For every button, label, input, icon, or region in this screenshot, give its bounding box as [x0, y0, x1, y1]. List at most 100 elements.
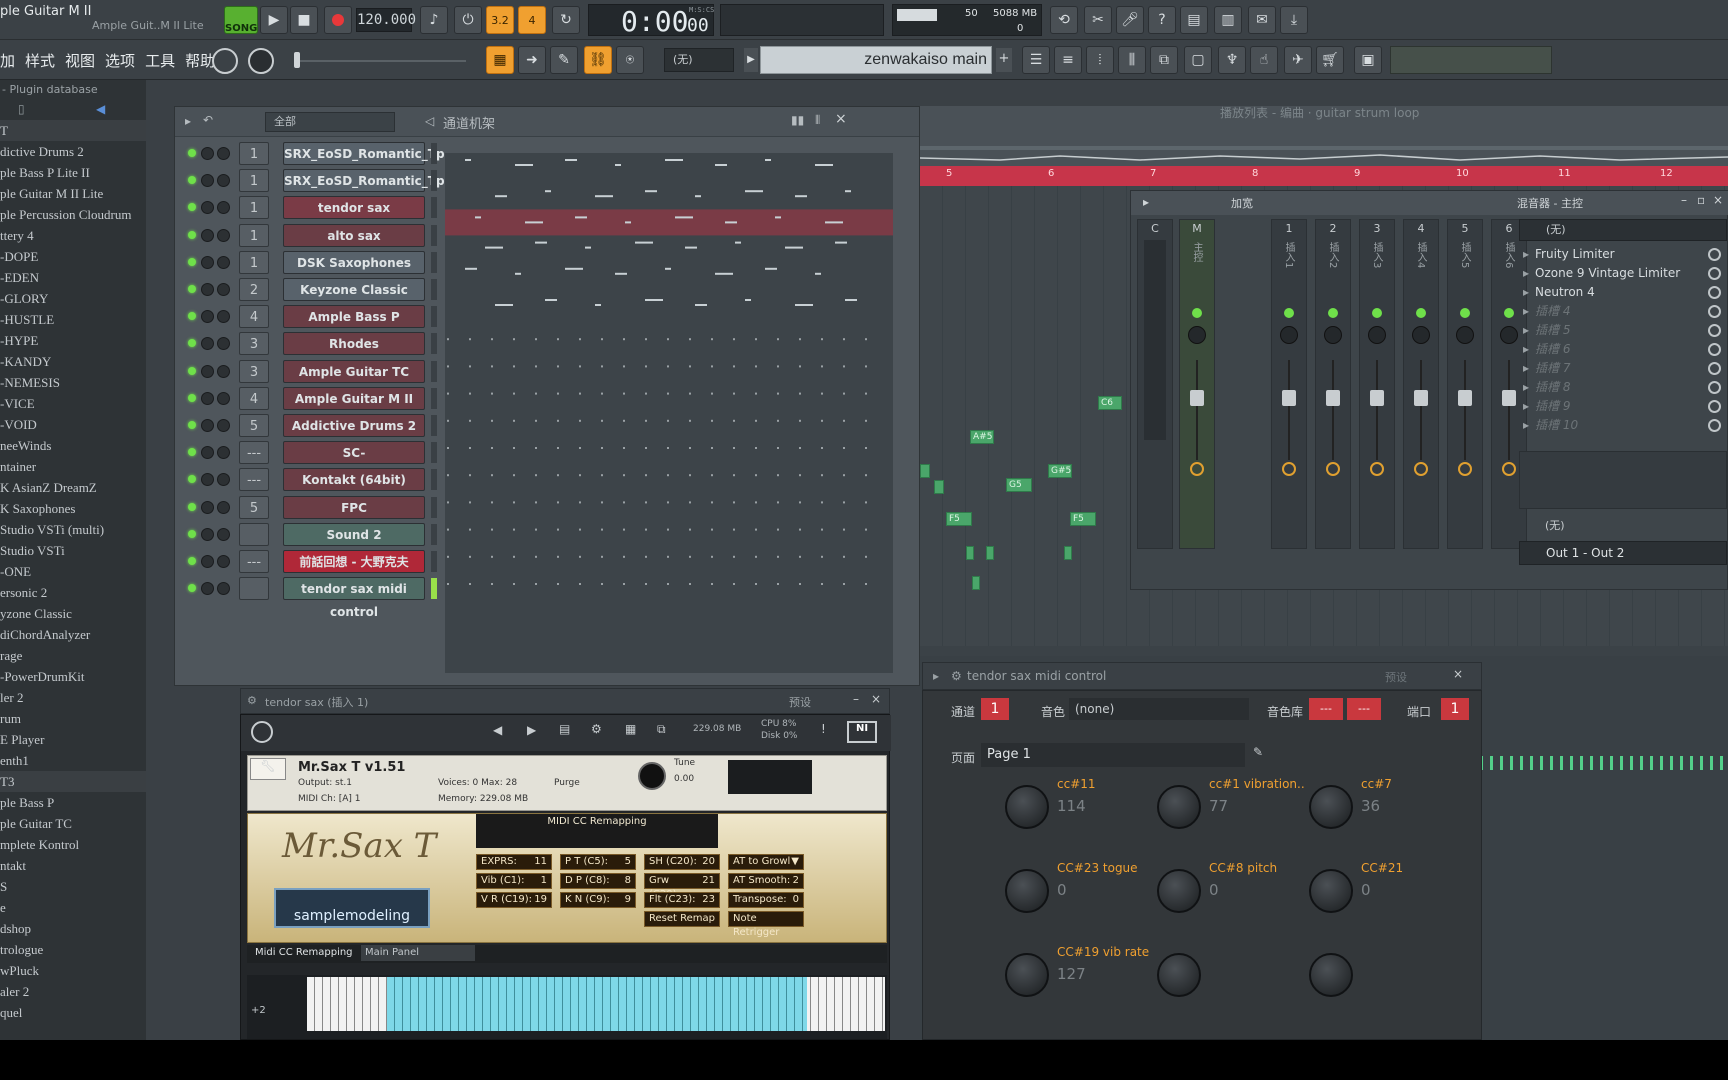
- mixer-strip[interactable]: 4 插入4: [1403, 219, 1439, 549]
- mixer-fader[interactable]: [1282, 390, 1296, 406]
- pencil-icon[interactable]: ✎: [1253, 745, 1263, 759]
- pattern-selector[interactable]: zenwakaiso main: [760, 46, 992, 74]
- mixer-route-icon[interactable]: [1458, 462, 1472, 476]
- channel-name-button[interactable]: SC-55.SoundFont.v1.2b: [283, 441, 425, 483]
- plugin3-item[interactable]: trologue: [0, 939, 146, 960]
- channel-volume-knob[interactable]: [201, 310, 214, 324]
- playlist-icon[interactable]: ▦: [486, 46, 514, 74]
- midi-preset-label[interactable]: 预设: [1385, 669, 1407, 685]
- fx-enable-toggle[interactable]: [1708, 248, 1721, 261]
- mixer-track-name[interactable]: 插入4: [1414, 242, 1428, 302]
- midi-value[interactable]: [A] 1: [339, 794, 361, 804]
- channel-name-button[interactable]: alto sax: [283, 223, 425, 247]
- note-f5-a[interactable]: F5: [946, 512, 972, 526]
- cc-remap-field[interactable]: Note Retrigger: [728, 911, 804, 938]
- metronome-button[interactable]: ♪: [420, 6, 448, 34]
- plugin-item[interactable]: -VICE: [0, 393, 146, 414]
- keyboard[interactable]: [307, 977, 885, 1031]
- channel-mixer-track[interactable]: ---: [239, 441, 269, 465]
- channel-pan-knob[interactable]: [217, 201, 230, 215]
- channel-volume-knob[interactable]: [201, 201, 214, 215]
- channel-pan-knob[interactable]: [217, 283, 230, 296]
- mixer-track-name[interactable]: 插入2: [1326, 242, 1340, 302]
- cc-knob[interactable]: [1005, 869, 1049, 913]
- mixer-pan-knob[interactable]: [1324, 326, 1342, 344]
- link-icon[interactable]: ⛓: [584, 46, 612, 74]
- browser-group-vst[interactable]: T: [0, 120, 146, 141]
- channel-mixer-track[interactable]: 1: [239, 142, 269, 165]
- plugin3-item[interactable]: ple Bass P: [0, 792, 146, 813]
- channel-pan-knob[interactable]: [217, 147, 230, 160]
- fx-enable-toggle[interactable]: [1708, 419, 1721, 432]
- channel-mute-led[interactable]: [188, 393, 196, 402]
- channel-name-button[interactable]: Sound 2: [283, 522, 425, 546]
- channel-pan-knob[interactable]: [217, 364, 230, 378]
- fx-preset-select[interactable]: (无): [1519, 219, 1727, 241]
- help-icon[interactable]: ?: [1148, 6, 1176, 34]
- file-icon[interactable]: ▯: [18, 102, 25, 116]
- note-c6[interactable]: C6: [1098, 396, 1122, 410]
- channel-name-button[interactable]: tendor sax midi control: [283, 577, 425, 619]
- fx-slot[interactable]: ▸ Ozone 9 Vintage Limiter: [1519, 264, 1727, 283]
- plugin-item[interactable]: Studio VSTi (multi): [0, 519, 146, 540]
- countdown-button[interactable]: 3.2: [486, 6, 514, 34]
- channel-volume-knob[interactable]: [201, 555, 214, 568]
- channel-pan-knob[interactable]: [217, 446, 230, 460]
- channel-select-indicator[interactable]: [431, 360, 437, 382]
- mixer-enable-led[interactable]: [1372, 308, 1382, 318]
- mixer-fader[interactable]: [1458, 390, 1472, 406]
- fx-enable-toggle[interactable]: [1708, 267, 1721, 280]
- tempo-display[interactable]: 120.000: [356, 8, 416, 32]
- channel-mute-led[interactable]: [188, 312, 196, 321]
- rack-bars-icon[interactable]: ⦀: [815, 113, 820, 128]
- plugin3-item[interactable]: wPluck: [0, 960, 146, 981]
- note-as5[interactable]: A#5: [970, 430, 994, 444]
- cc-knob[interactable]: [1005, 785, 1049, 829]
- kontakt-resize-icon[interactable]: ⧉: [657, 722, 666, 737]
- kontakt-prev-icon[interactable]: ◀: [493, 723, 502, 737]
- channel-mute-led[interactable]: [188, 366, 196, 375]
- channel-name-button[interactable]: Kontakt (64bit): [283, 468, 425, 492]
- fx-slot[interactable]: ▸ 插槽 5: [1519, 321, 1727, 340]
- plugin-item[interactable]: enth1: [0, 750, 146, 771]
- plugin3-item[interactable]: e: [0, 897, 146, 918]
- arrow-right-icon[interactable]: ➜: [518, 46, 546, 74]
- channel-name-button[interactable]: Addictive Drums 2: [283, 414, 425, 437]
- time-display[interactable]: 0:00 00 M:S:CS: [588, 4, 714, 38]
- mixer-track-name[interactable]: 插入3: [1370, 242, 1384, 302]
- plugin-item[interactable]: -GLORY: [0, 288, 146, 309]
- channel-name-button[interactable]: SRX_EoSD_Romantic_Tp #2: [283, 169, 445, 211]
- cc-knob[interactable]: [1309, 869, 1353, 913]
- plugin3-item[interactable]: S: [0, 876, 146, 897]
- kontakt-next-icon[interactable]: ▶: [527, 723, 536, 737]
- tab-main-panel[interactable]: Main Panel: [361, 945, 475, 961]
- playlist-window-icon[interactable]: ☰: [1022, 46, 1050, 74]
- menu-tools[interactable]: 工具: [145, 50, 175, 71]
- channel-select-indicator[interactable]: [431, 469, 437, 491]
- mixer-pan-knob[interactable]: [1500, 326, 1518, 344]
- piano-roll-icon[interactable]: ≡: [1054, 46, 1082, 74]
- channel-mute-led[interactable]: [188, 339, 196, 348]
- mixer-enable-led[interactable]: [1192, 308, 1202, 318]
- cc-remap-field[interactable]: Grw (C20): 21: [644, 873, 720, 900]
- eq-panel[interactable]: [1519, 451, 1727, 509]
- fx-slot[interactable]: ▸ 插槽 7: [1519, 359, 1727, 378]
- stamp-icon[interactable]: ⍟: [616, 46, 644, 74]
- channel-mixer-track[interactable]: 4: [239, 305, 269, 329]
- channel-mixer-track[interactable]: 1: [239, 250, 269, 274]
- plugin-item[interactable]: ple Bass P Lite II: [0, 162, 146, 183]
- fx-slot[interactable]: ▸ 插槽 10: [1519, 416, 1727, 435]
- fx-slot[interactable]: ▸ 插槽 8: [1519, 378, 1727, 397]
- midi-arrow-icon[interactable]: ▸: [933, 669, 939, 683]
- tune-knob[interactable]: [638, 762, 666, 790]
- plugin-item[interactable]: -DOPE: [0, 246, 146, 267]
- undo-icon[interactable]: ⟲: [1050, 6, 1078, 34]
- gear-icon[interactable]: ⚙: [247, 694, 257, 707]
- channel-mute-led[interactable]: [188, 557, 196, 565]
- channel-select-indicator[interactable]: [431, 551, 437, 572]
- mixer-route-icon[interactable]: [1190, 462, 1204, 476]
- channel-mute-led[interactable]: [188, 176, 196, 185]
- channel-volume-knob[interactable]: [201, 473, 214, 487]
- mixer-enable-led[interactable]: [1416, 308, 1426, 318]
- channel-select-indicator[interactable]: [431, 197, 437, 219]
